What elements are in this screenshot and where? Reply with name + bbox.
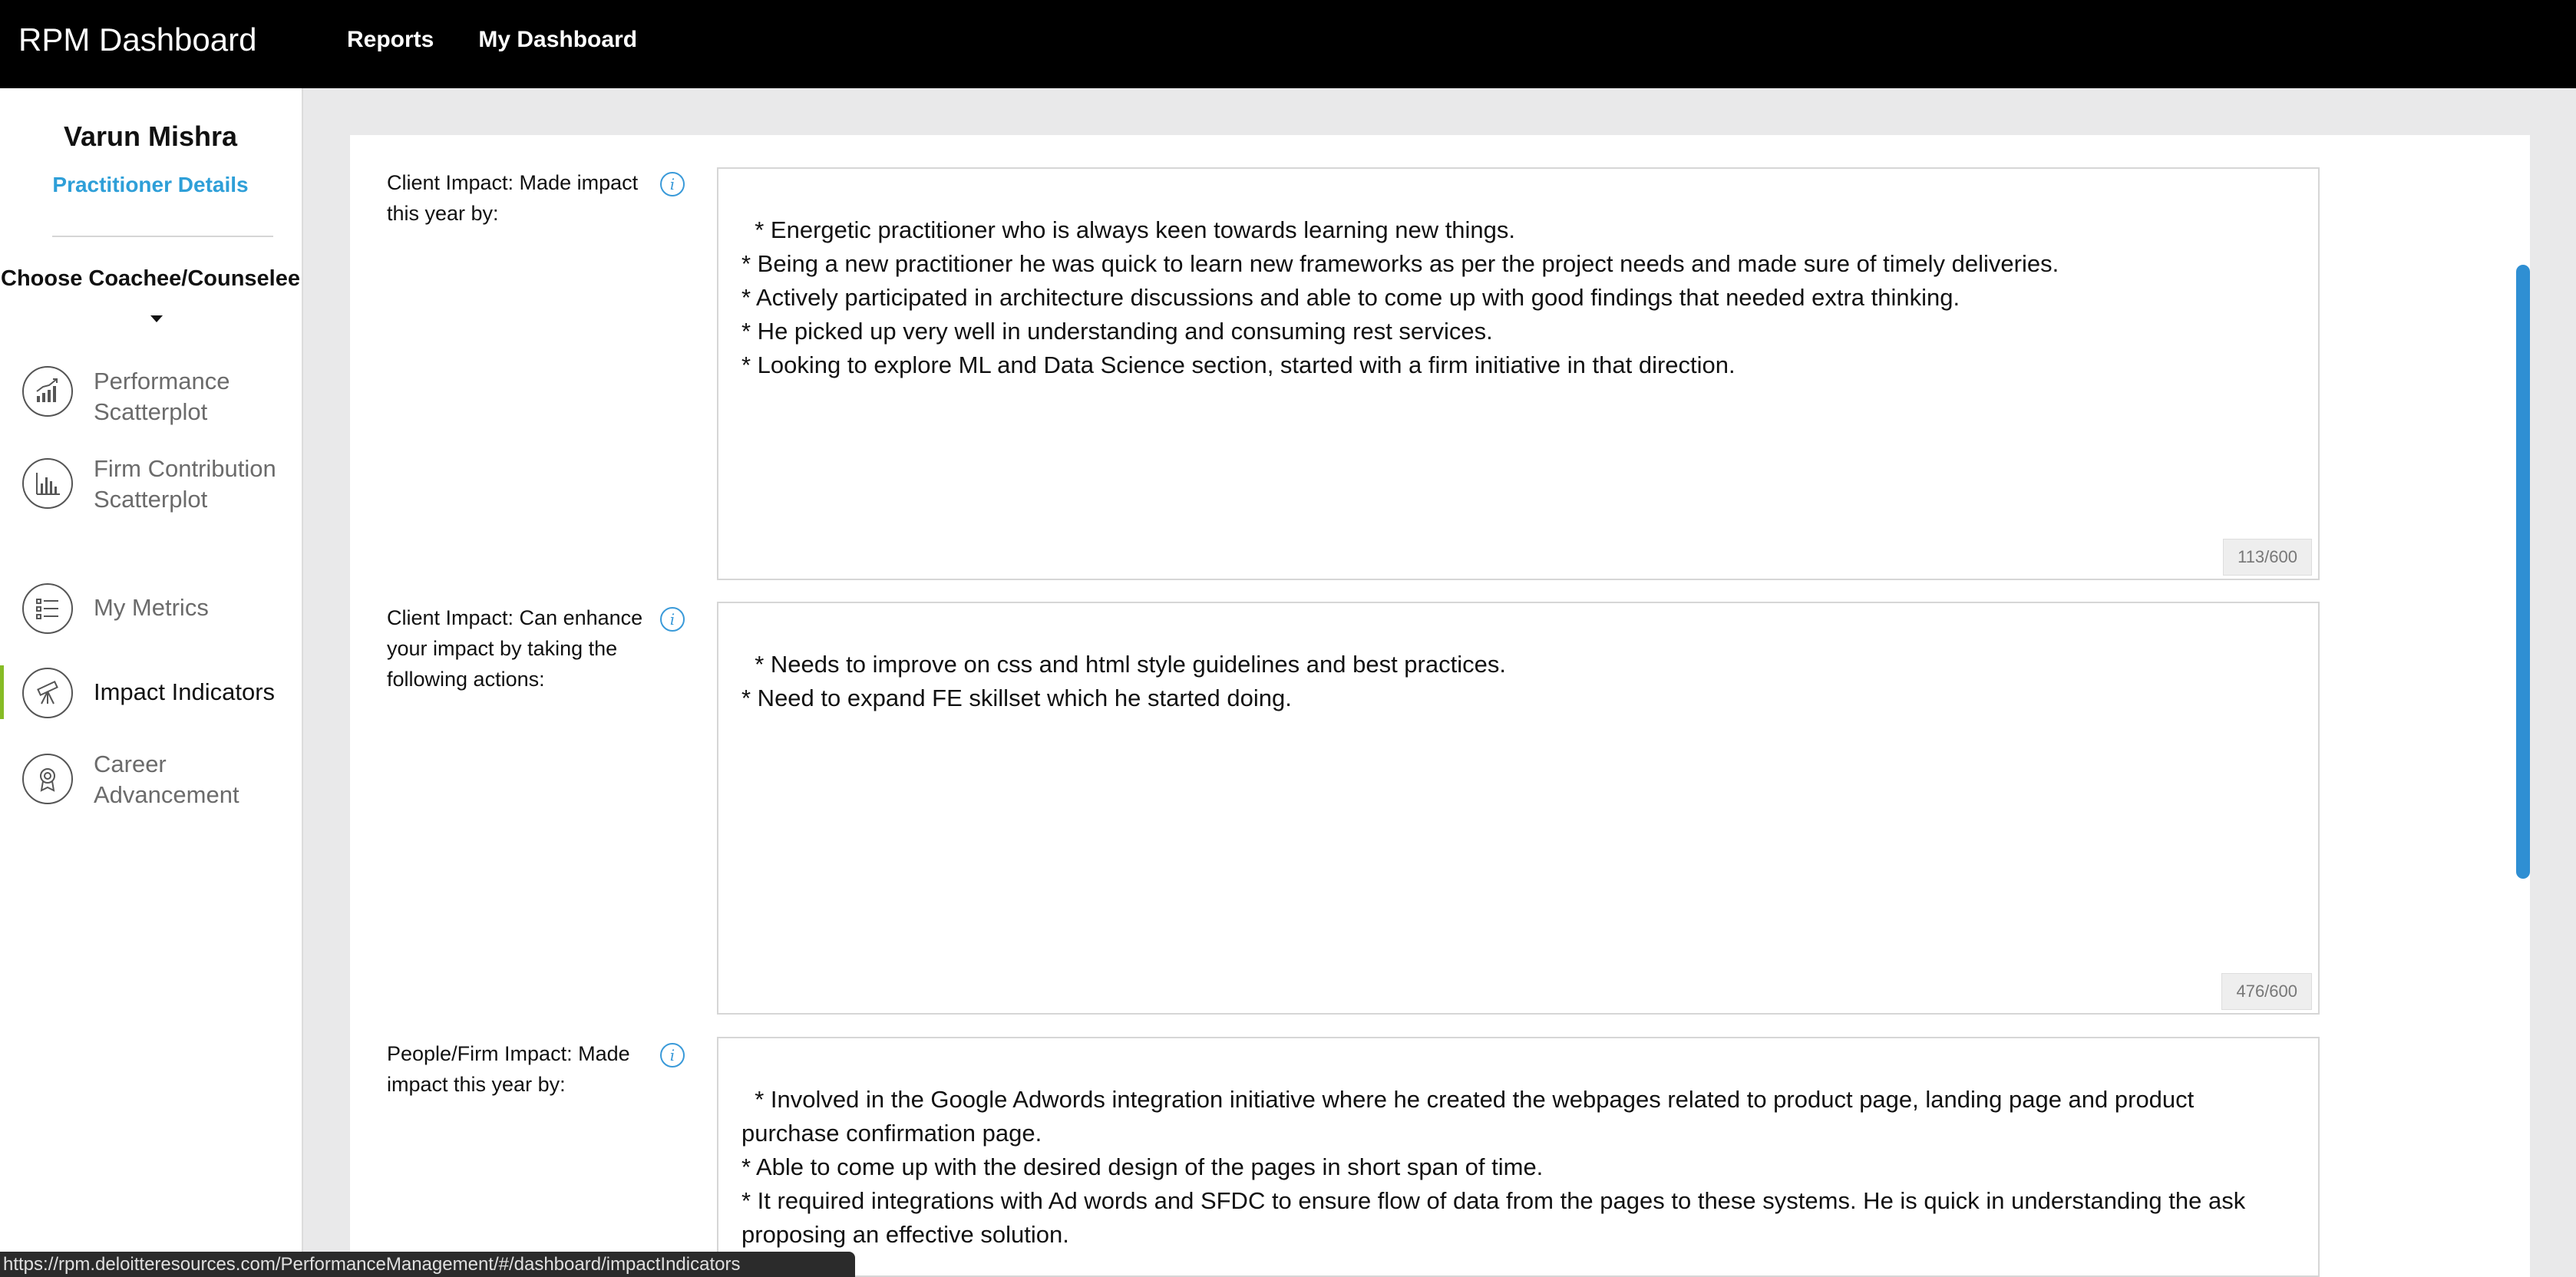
client-impact-made-textarea[interactable]: * Energetic practitioner who is always k…: [717, 167, 2320, 580]
top-navbar: RPM Dashboard Reports My Dashboard: [0, 0, 2576, 88]
info-icon[interactable]: i: [660, 172, 685, 196]
vertical-scrollbar[interactable]: [2516, 265, 2530, 879]
info-icon[interactable]: i: [660, 607, 685, 632]
sidebar: Varun Mishra Practitioner Details Choose…: [0, 88, 303, 1277]
field-label-people-firm-impact-made: People/Firm Impact: Made impact this yea…: [387, 1042, 630, 1096]
sidebar-item-label: Career Advancement: [94, 751, 239, 808]
info-icon[interactable]: i: [660, 1043, 685, 1067]
bar-chart-icon: [22, 458, 73, 509]
nav-my-dashboard[interactable]: My Dashboard: [478, 23, 637, 57]
client-impact-enhance-textarea[interactable]: * Needs to improve on css and html style…: [717, 602, 2320, 1015]
sidebar-item-label: Firm Contribution Scatterplot: [94, 455, 276, 513]
char-counter: 113/600: [2223, 539, 2312, 576]
user-name: Varun Mishra: [63, 120, 238, 152]
practitioner-details-link[interactable]: Practitioner Details: [0, 173, 301, 197]
status-bar-url: https://rpm.deloitteresources.com/Perfor…: [0, 1252, 855, 1277]
char-counter: 476/600: [2221, 973, 2312, 1010]
growth-chart-icon: [22, 366, 73, 417]
people-firm-impact-made-textarea[interactable]: * Involved in the Google Adwords integra…: [717, 1037, 2320, 1277]
telescope-icon: [22, 668, 73, 718]
textarea-content: * Involved in the Google Adwords integra…: [741, 1086, 2246, 1248]
active-indicator: [0, 665, 4, 719]
textarea-content: * Needs to improve on css and html style…: [741, 651, 1506, 711]
field-label-client-impact-enhance: Client Impact: Can enhance your impact b…: [387, 606, 643, 691]
list-icon: [22, 583, 73, 634]
brand-title[interactable]: RPM Dashboard: [18, 18, 256, 61]
top-nav: Reports My Dashboard: [347, 23, 637, 57]
sidebar-item-label: My Metrics: [94, 594, 209, 621]
sidebar-item-label: Impact Indicators: [94, 678, 276, 705]
nav-reports[interactable]: Reports: [347, 23, 434, 57]
textarea-content: * Energetic practitioner who is always k…: [741, 216, 2059, 378]
award-icon: [22, 754, 73, 804]
field-label-client-impact-made: Client Impact: Made impact this year by:: [387, 171, 639, 225]
caret-down-icon[interactable]: [150, 315, 163, 322]
coachee-dropdown-label[interactable]: Choose Coachee/Counselee: [0, 266, 301, 292]
sidebar-divider: [52, 236, 273, 237]
sidebar-item-label: Performance Scatterplot: [94, 368, 230, 425]
